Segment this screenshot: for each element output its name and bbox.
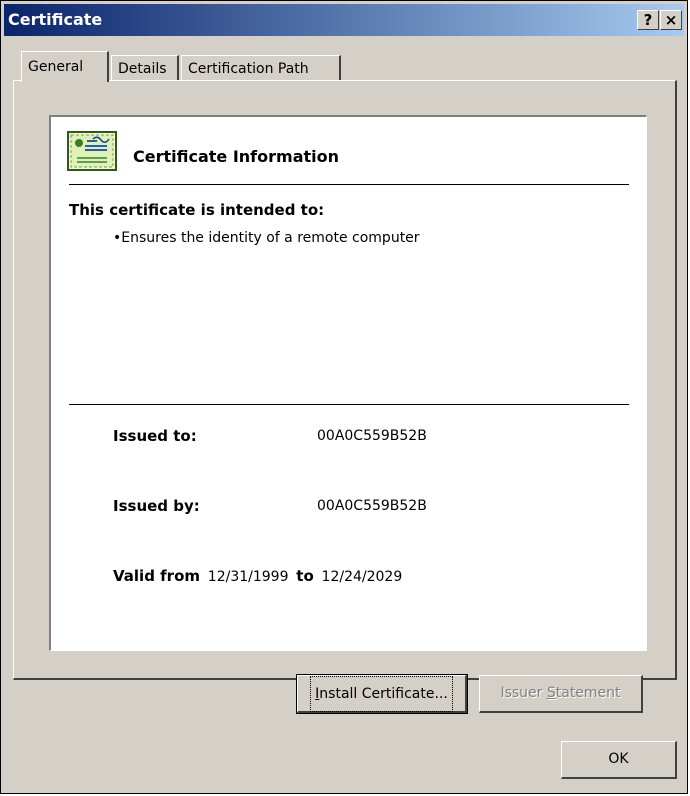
tab-general-label: General	[28, 59, 84, 75]
issuer-label-rest: tatement	[555, 685, 621, 701]
intended-purpose-label: This certificate is intended to:	[69, 201, 325, 219]
valid-to-value: 12/24/2029	[321, 569, 403, 585]
tab-general[interactable]: General	[21, 51, 109, 82]
valid-from-value: 12/31/1999	[207, 569, 289, 585]
validity-row: Valid from 12/31/1999 to 12/24/2029	[113, 567, 402, 585]
purpose-item: •Ensures the identity of a remote comput…	[113, 230, 420, 246]
install-label: nstall Certificate...	[319, 686, 448, 702]
issued-by-value: 00A0C559B52B	[317, 498, 427, 514]
title-bar[interactable]: Certificate ? ×	[4, 4, 684, 36]
valid-to-label: to	[296, 567, 314, 585]
issued-by-label: Issued by:	[113, 497, 200, 515]
tab-certification-path-label: Certification Path	[188, 61, 309, 77]
ok-label: OK	[608, 751, 629, 767]
ok-button[interactable]: OK	[561, 741, 677, 779]
issuer-statement-button[interactable]: Issuer Statement	[479, 675, 643, 713]
divider-bottom	[69, 404, 629, 405]
issuer-mnemonic: S	[546, 685, 556, 701]
install-certificate-button[interactable]: Install Certificate...	[296, 674, 468, 714]
certificate-dialog: Certificate ? × General Details Certific…	[0, 0, 688, 794]
tab-details-label: Details	[118, 61, 167, 77]
close-button[interactable]: ×	[660, 10, 682, 30]
issuer-label-pre: Issuer	[500, 685, 547, 701]
valid-from-label: Valid from	[113, 567, 201, 585]
divider-top	[69, 184, 629, 185]
help-button[interactable]: ?	[637, 10, 659, 30]
certificate-info-heading: Certificate Information	[133, 147, 339, 166]
tab-details[interactable]: Details	[111, 55, 179, 81]
issued-to-value: 00A0C559B52B	[317, 428, 427, 444]
tab-certification-path[interactable]: Certification Path	[181, 55, 341, 81]
window-title: Certificate	[8, 10, 103, 29]
certificate-icon	[67, 131, 117, 171]
issued-to-label: Issued to:	[113, 427, 197, 445]
